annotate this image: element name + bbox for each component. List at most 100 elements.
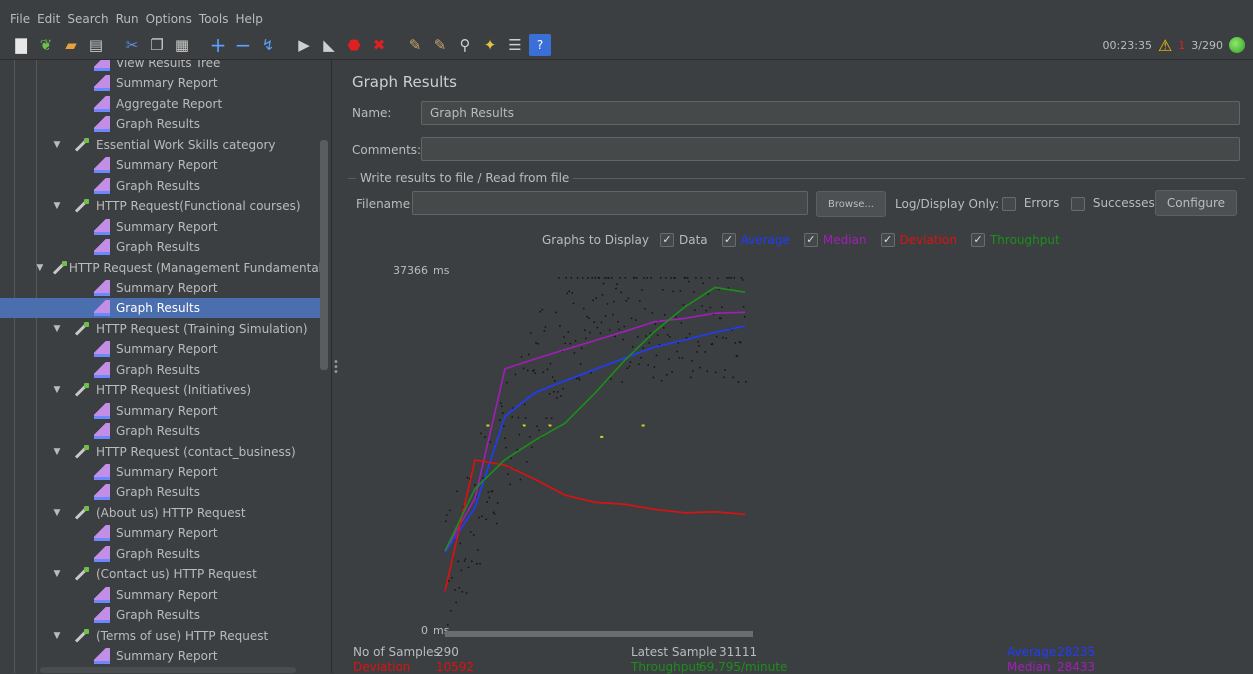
chevron-down-icon[interactable]: ▼	[50, 631, 64, 641]
configure-button[interactable]: Configure	[1155, 190, 1237, 216]
data-point	[478, 516, 480, 519]
collapse-icon[interactable]: −	[232, 33, 254, 57]
successes-checkbox[interactable]	[1071, 196, 1085, 211]
tree-item-report[interactable]: Summary Report	[0, 339, 322, 359]
running-indicator-icon	[1229, 37, 1245, 53]
errors-checkbox[interactable]	[1002, 196, 1016, 211]
graph-scrollbar[interactable]	[445, 631, 753, 637]
tree-item-report[interactable]: Summary Report	[0, 278, 322, 298]
reset-search-icon[interactable]: ✦	[479, 34, 501, 56]
tree-item-report[interactable]: Summary Report	[0, 401, 322, 421]
data-point	[589, 331, 591, 334]
graphs-to-display-label: Graphs to Display	[542, 233, 649, 247]
tree-item-report[interactable]: Summary Report	[0, 462, 322, 482]
tree-item-report[interactable]: Summary Report	[0, 217, 322, 237]
chevron-down-icon[interactable]: ▼	[50, 324, 64, 334]
tree-item-report[interactable]: Graph Results	[0, 482, 322, 502]
paste-icon[interactable]: ▦	[171, 34, 193, 56]
copy-icon[interactable]: ❐	[146, 34, 168, 56]
function-helper-icon[interactable]: ☰	[504, 34, 526, 56]
tree-item-report[interactable]: Summary Report	[0, 646, 322, 666]
tree-item-sampler[interactable]: ▼ HTTP Request(Functional courses)	[0, 196, 322, 216]
chevron-down-icon[interactable]: ▼	[50, 447, 64, 457]
successes-label: Successes	[1092, 196, 1155, 210]
menu-help[interactable]: Help	[235, 12, 262, 26]
tree-item-report[interactable]: Graph Results	[0, 114, 322, 134]
open-folder-icon[interactable]: ▰	[60, 34, 82, 56]
stop-icon[interactable]: ⬣	[343, 34, 365, 56]
menu-search[interactable]: Search	[67, 12, 108, 26]
tree-item-sampler[interactable]: ▼ (About us) HTTP Request	[0, 503, 322, 523]
filename-field[interactable]	[412, 191, 808, 215]
tree-item-sampler[interactable]: ▼ Essential Work Skills category	[0, 135, 322, 155]
tree-vertical-scrollbar[interactable]	[320, 140, 328, 370]
tree-item-report[interactable]: Summary Report	[0, 73, 322, 93]
chevron-down-icon[interactable]: ▼	[50, 569, 64, 579]
tree-item-report[interactable]: Summary Report	[0, 585, 322, 605]
tree-item-label: Graph Results	[116, 608, 200, 623]
clear-icon[interactable]: ✎	[404, 34, 426, 56]
start-no-pauses-icon[interactable]: ◣	[318, 34, 340, 56]
log-display-label: Log/Display Only:	[895, 197, 1000, 211]
graph-option-data-checkbox[interactable]: ✓	[659, 233, 674, 247]
expand-icon[interactable]: +	[207, 33, 229, 57]
save-icon[interactable]: ▤	[85, 34, 107, 56]
splitter-handle[interactable]: • • •	[333, 358, 339, 378]
graph-option-deviation-checkbox[interactable]: ✓	[880, 233, 895, 247]
tree-item-report[interactable]: Graph Results	[0, 237, 322, 257]
graph-option-median-checkbox[interactable]: ✓	[803, 233, 818, 247]
tree-item-report[interactable]: Graph Results	[0, 544, 322, 564]
clear-all-icon[interactable]: ✎	[429, 34, 451, 56]
menu-tools[interactable]: Tools	[199, 12, 229, 26]
tree-item-report[interactable]: Aggregate Report	[0, 94, 322, 114]
chevron-down-icon[interactable]: ▼	[50, 385, 64, 395]
menu-options[interactable]: Options	[146, 12, 192, 26]
chevron-down-icon[interactable]: ▼	[50, 508, 64, 518]
tree-item-report[interactable]: Graph Results	[0, 360, 322, 380]
menu-file[interactable]: File	[10, 12, 30, 26]
comments-field[interactable]	[421, 137, 1240, 161]
tree-item-sampler[interactable]: ▼ HTTP Request (contact_business)	[0, 442, 322, 462]
chevron-down-icon[interactable]: ▼	[50, 201, 64, 211]
tree-item-report[interactable]: Graph Results	[0, 605, 322, 625]
data-point	[610, 378, 612, 380]
help-icon[interactable]: ?	[529, 33, 551, 56]
menu-run[interactable]: Run	[116, 12, 139, 26]
graph-statistics: No of Samples 290 Latest Sample 31111 Av…	[353, 645, 1253, 674]
tree-item-report[interactable]: Summary Report	[0, 523, 322, 543]
tree-horizontal-scrollbar[interactable]	[40, 667, 296, 673]
data-point	[603, 277, 606, 279]
graph-option-throughput-checkbox[interactable]: ✓	[970, 233, 985, 247]
tree-item-sampler[interactable]: ▼ (Terms of use) HTTP Request	[0, 626, 322, 646]
new-test-plan-icon[interactable]: ▇	[10, 34, 32, 56]
data-point	[628, 365, 631, 368]
tree-item-report[interactable]: Graph Results	[0, 421, 322, 441]
data-point-outlier	[522, 424, 526, 427]
cut-icon[interactable]: ✂	[121, 34, 143, 56]
search-icon[interactable]: ⚲	[454, 34, 476, 56]
start-icon[interactable]: ▶	[293, 34, 315, 56]
tree-item-sampler[interactable]: ▼ HTTP Request (Initiatives)	[0, 380, 322, 400]
data-point	[459, 542, 461, 545]
tree-item-sampler[interactable]: ▼ (Contact us) HTTP Request	[0, 564, 322, 584]
graph-option-average-checkbox[interactable]: ✓	[721, 233, 736, 247]
tree-item-report[interactable]: Graph Results	[0, 298, 322, 319]
warning-icon[interactable]: ⚠	[1158, 36, 1172, 55]
tree-item-sampler[interactable]: ▼ HTTP Request (Training Simulation)	[0, 319, 322, 339]
name-field[interactable]: Graph Results	[421, 101, 1240, 125]
listener-report-icon	[94, 300, 110, 317]
templates-icon[interactable]: ❦	[35, 34, 57, 56]
tree-item-report[interactable]: Summary Report	[0, 155, 322, 175]
tree-item-report[interactable]: View Results Tree	[0, 60, 322, 73]
tree-item-sampler[interactable]: ▼ HTTP Request (Management Fundamental	[0, 258, 322, 278]
shutdown-icon[interactable]: ✖	[368, 34, 390, 56]
menu-edit[interactable]: Edit	[37, 12, 60, 26]
tree-item-report[interactable]: Graph Results	[0, 176, 322, 196]
data-point	[581, 347, 583, 349]
listener-report-icon	[94, 648, 110, 665]
toggle-icon[interactable]: ↯	[257, 34, 279, 56]
chevron-down-icon[interactable]: ▼	[35, 263, 45, 273]
chevron-down-icon[interactable]: ▼	[50, 140, 64, 150]
browse-button[interactable]: Browse...	[816, 191, 886, 217]
listener-report-icon	[94, 361, 110, 378]
